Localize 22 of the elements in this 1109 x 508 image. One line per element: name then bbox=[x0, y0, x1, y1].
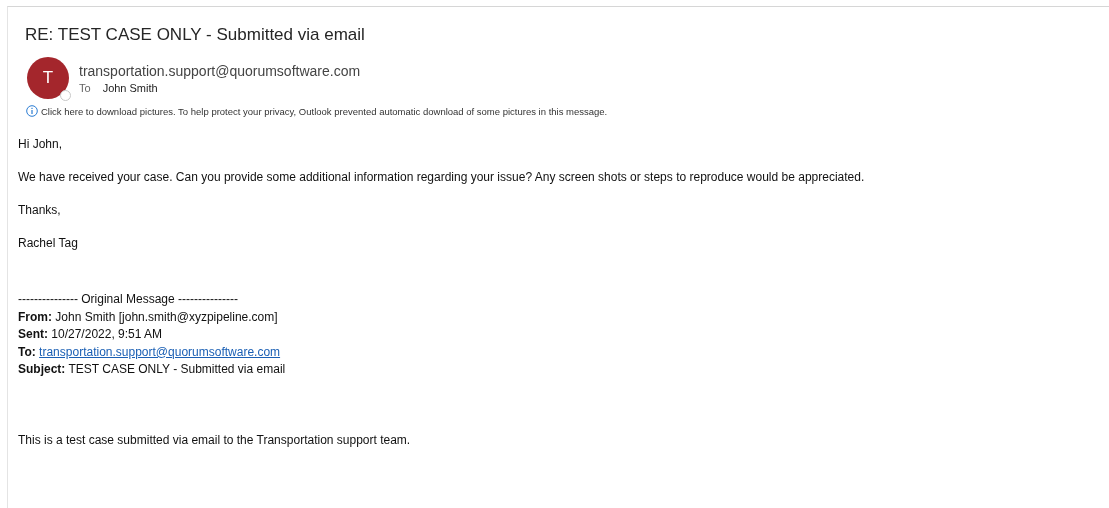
header-label: Subject: bbox=[18, 362, 66, 376]
original-message-separator: --------------- Original Message --------------- bbox=[18, 292, 238, 306]
presence-icon bbox=[60, 90, 71, 101]
header-value: 10/27/2022, 9:51 AM bbox=[51, 327, 163, 341]
message-text: Thanks, bbox=[18, 203, 61, 217]
email-subject: RE: TEST CASE ONLY - Submitted via email bbox=[25, 25, 366, 45]
message-text: Hi John, bbox=[18, 137, 63, 151]
sender-avatar: T bbox=[27, 57, 69, 99]
email-link[interactable]: transportation.support@quorumsoftware.com bbox=[39, 344, 281, 359]
header-label: From: bbox=[18, 309, 52, 324]
header-value: TEST CASE ONLY - Submitted via email bbox=[68, 362, 286, 376]
header-value: John Smith [john.smith@xyzpipeline.com] bbox=[55, 309, 278, 324]
header-label: To: bbox=[18, 344, 36, 359]
recipient-name: John Smith bbox=[102, 81, 158, 94]
sender-address: transportation.support@quorumsoftware.com bbox=[79, 62, 361, 79]
message-text: Rachel Tag bbox=[18, 236, 78, 250]
header-label: Sent: bbox=[18, 327, 48, 341]
message-text: This is a test case submitted via email to the Transportation support team. bbox=[18, 432, 411, 447]
info-icon bbox=[26, 105, 38, 117]
message-text: We have received your case. Can you provide some additional information regarding your issue? Any screen shots or steps to reproduce would be appreciated. bbox=[18, 170, 865, 184]
download-pictures-notice[interactable]: Click here to download pictures. To help protect your privacy, Outlook prevented automatic download of some pictures in this message. bbox=[41, 105, 608, 117]
to-label: To bbox=[79, 81, 91, 94]
